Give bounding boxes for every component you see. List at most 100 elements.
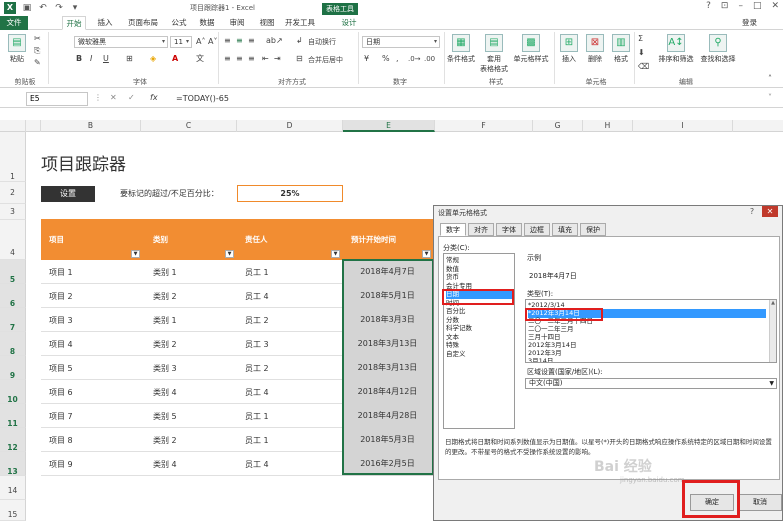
tab-home[interactable]: 开始: [62, 16, 86, 30]
column-header-g[interactable]: G: [533, 120, 583, 132]
column-header-f[interactable]: F: [435, 120, 533, 132]
filter-dropdown-icon[interactable]: ▼: [131, 250, 140, 258]
customize-qat-icon[interactable]: ▾: [70, 3, 80, 13]
cell-category[interactable]: 类别 2: [153, 291, 177, 302]
filter-dropdown-icon[interactable]: ▼: [331, 250, 340, 258]
locale-select[interactable]: 中文(中国) ▼: [525, 378, 777, 389]
row-header[interactable]: 10: [0, 380, 26, 404]
shrink-font-icon[interactable]: A˅: [208, 37, 217, 47]
merge-icon[interactable]: ⊟: [296, 54, 303, 64]
align-left-icon[interactable]: ≡: [224, 54, 231, 64]
column-header-d[interactable]: D: [237, 120, 343, 132]
font-color-icon[interactable]: A: [172, 54, 178, 64]
row-header[interactable]: 6: [0, 284, 26, 308]
cell-project[interactable]: 项目 4: [49, 339, 73, 350]
fill-icon[interactable]: ⬇: [638, 48, 645, 58]
row-header[interactable]: 7: [0, 308, 26, 332]
cell-project[interactable]: 项目 6: [49, 387, 73, 398]
paste-button[interactable]: ▤ 粘贴: [4, 34, 30, 64]
settings-button[interactable]: 设置: [41, 186, 95, 202]
fill-color-icon[interactable]: ◈: [150, 54, 156, 64]
cell-category[interactable]: 类别 2: [153, 435, 177, 446]
delete-cells-button[interactable]: ⊠ 删除: [584, 34, 606, 64]
tab-view[interactable]: 视图: [256, 16, 278, 30]
category-item[interactable]: 自定义: [446, 350, 512, 359]
comma-icon[interactable]: ,: [396, 54, 399, 64]
tab-design[interactable]: 设计: [338, 16, 360, 30]
tab-protection[interactable]: 保护: [580, 223, 606, 236]
cell-project[interactable]: 项目 1: [49, 267, 73, 278]
cell-category[interactable]: 类别 3: [153, 363, 177, 374]
align-top-icon[interactable]: ≡: [224, 36, 231, 46]
cell-project[interactable]: 项目 5: [49, 363, 73, 374]
name-box[interactable]: E5: [26, 92, 88, 106]
conditional-format-button[interactable]: ▦ 条件格式: [446, 34, 476, 64]
tab-review[interactable]: 审阅: [226, 16, 248, 30]
cell-owner[interactable]: 员工 1: [245, 411, 269, 422]
tab-formulas[interactable]: 公式: [168, 16, 190, 30]
close-icon[interactable]: ✕: [771, 1, 779, 11]
sort-filter-button[interactable]: A↕ 排序和筛选: [656, 34, 696, 64]
row-header[interactable]: 1: [0, 132, 26, 182]
row-header[interactable]: 14: [0, 476, 26, 500]
find-select-button[interactable]: ⚲ 查找和选择: [698, 34, 738, 64]
row-header[interactable]: 11: [0, 404, 26, 428]
minimize-icon[interactable]: –: [738, 1, 743, 11]
cell-project[interactable]: 项目 8: [49, 435, 73, 446]
wrap-text-button[interactable]: 自动换行: [308, 37, 336, 47]
wrap-text-icon[interactable]: ↲: [296, 36, 303, 46]
align-middle-icon[interactable]: ≡: [236, 36, 243, 46]
type-list-scrollbar[interactable]: ▲: [769, 300, 776, 362]
row-header[interactable]: 3: [0, 204, 26, 220]
row-header[interactable]: 15: [0, 500, 26, 521]
column-header-i[interactable]: I: [633, 120, 733, 132]
format-painter-icon[interactable]: ✎: [34, 58, 41, 68]
cell-owner[interactable]: 员工 2: [245, 315, 269, 326]
cell-project[interactable]: 项目 9: [49, 459, 73, 470]
column-header-a[interactable]: [26, 120, 41, 132]
redo-icon[interactable]: ↷: [54, 3, 64, 13]
row-header[interactable]: 9: [0, 356, 26, 380]
maximize-icon[interactable]: □: [753, 1, 762, 11]
font-name-select[interactable]: 微软雅黑 ▾: [74, 36, 168, 48]
help-icon[interactable]: ?: [706, 1, 711, 11]
number-format-select[interactable]: 日期 ▾: [362, 36, 440, 48]
border-icon[interactable]: ⊞: [126, 54, 133, 64]
row-header[interactable]: 5: [0, 260, 26, 284]
row-header[interactable]: 12: [0, 428, 26, 452]
align-bottom-icon[interactable]: ≡: [248, 36, 255, 46]
undo-icon[interactable]: ↶: [38, 3, 48, 13]
decrease-decimal-icon[interactable]: .00: [424, 54, 435, 64]
filter-dropdown-icon[interactable]: ▼: [422, 250, 431, 258]
insert-cells-button[interactable]: ⊞ 插入: [558, 34, 580, 64]
tab-border[interactable]: 边框: [524, 223, 550, 236]
font-size-select[interactable]: 11 ▾: [170, 36, 192, 48]
column-header-e[interactable]: E: [343, 120, 435, 132]
category-list[interactable]: 常规 数值 货币 会计专用 日期 时间 百分比 分数 科学记数 文本 特殊 自定义: [443, 253, 515, 429]
cell-category[interactable]: 类别 1: [153, 267, 177, 278]
flag-percent-value[interactable]: 25%: [237, 185, 343, 202]
cell-project[interactable]: 项目 7: [49, 411, 73, 422]
column-header-h[interactable]: H: [583, 120, 633, 132]
cell-category[interactable]: 类别 4: [153, 459, 177, 470]
collapse-ribbon-icon[interactable]: ˄: [768, 74, 772, 84]
filter-dropdown-icon[interactable]: ▼: [225, 250, 234, 258]
cancel-icon[interactable]: ✕: [110, 93, 117, 102]
select-all-corner[interactable]: [0, 120, 26, 132]
format-cells-button[interactable]: ▥ 格式: [610, 34, 632, 64]
autosum-icon[interactable]: Σ: [638, 34, 643, 44]
expand-formula-icon[interactable]: ˅: [768, 93, 772, 102]
cell-owner[interactable]: 员工 4: [245, 291, 269, 302]
cell-category[interactable]: 类别 4: [153, 387, 177, 398]
column-header-b[interactable]: B: [41, 120, 141, 132]
cell-category[interactable]: 类别 2: [153, 339, 177, 350]
clear-icon[interactable]: ⌫: [638, 62, 649, 72]
cell-owner[interactable]: 员工 2: [245, 363, 269, 374]
underline-icon[interactable]: U: [103, 54, 109, 64]
decrease-indent-icon[interactable]: ⇤: [262, 54, 269, 64]
row-header[interactable]: 2: [0, 182, 26, 204]
align-right-icon[interactable]: ≡: [248, 54, 255, 64]
bold-icon[interactable]: B: [76, 54, 82, 64]
increase-indent-icon[interactable]: ⇥: [274, 54, 281, 64]
cell-category[interactable]: 类别 1: [153, 315, 177, 326]
